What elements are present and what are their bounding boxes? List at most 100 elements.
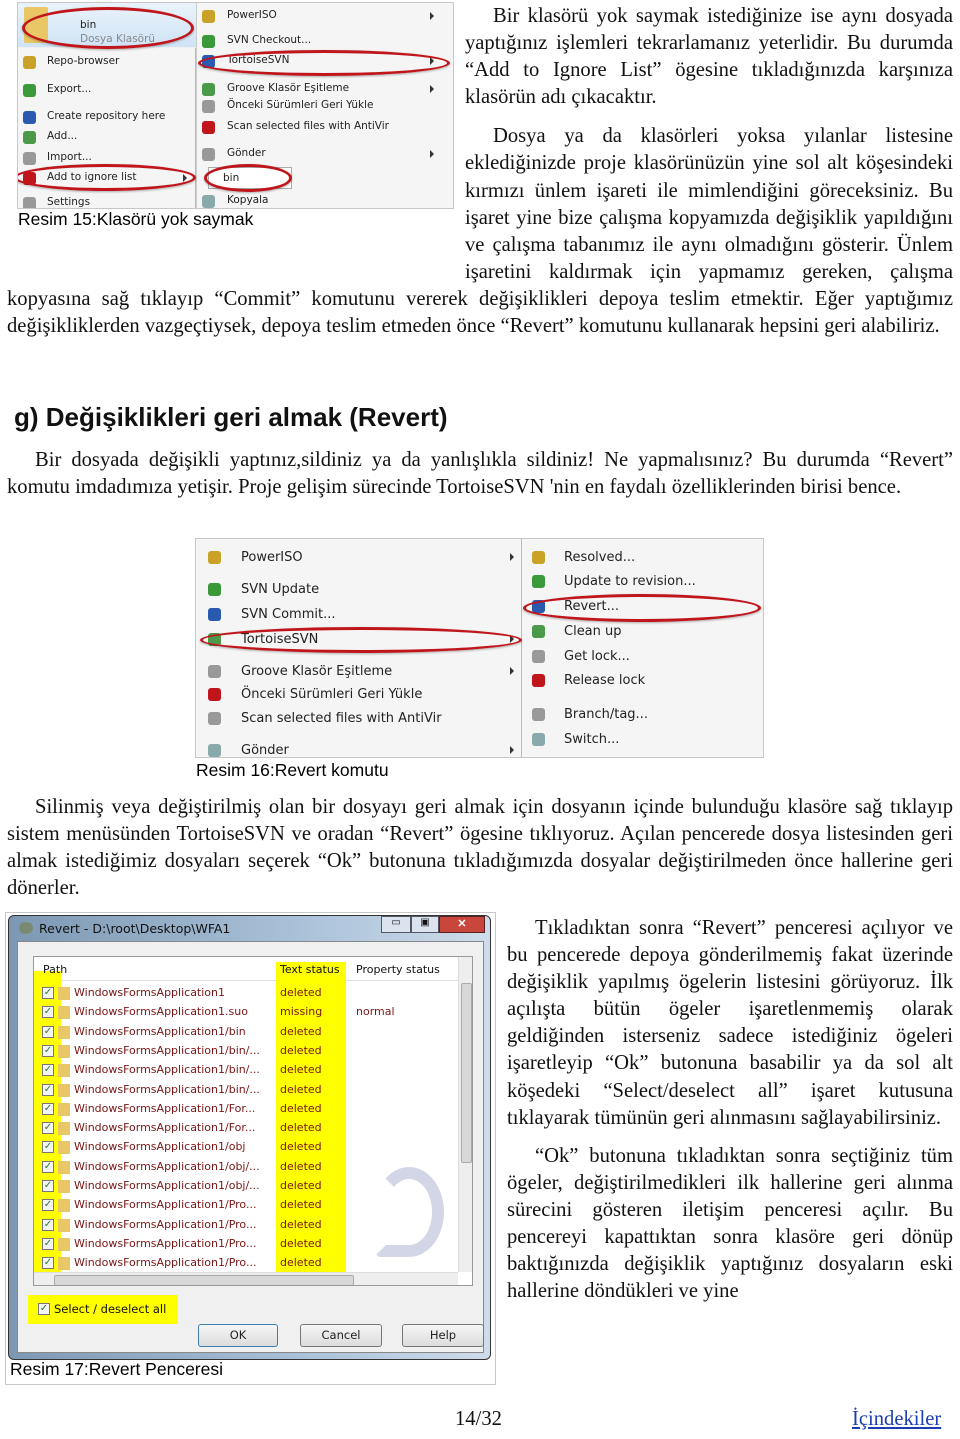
submenu-arrow-icon bbox=[430, 150, 434, 158]
menu-item-icon bbox=[23, 111, 36, 124]
file-row[interactable]: ✓ WindowsFormsApplication1/bin/... deleted bbox=[34, 1042, 459, 1061]
horizontal-scrollbar[interactable] bbox=[34, 1272, 458, 1285]
highlight-ellipse bbox=[200, 627, 522, 653]
column-path[interactable]: Path bbox=[43, 963, 67, 976]
file-row[interactable]: ✓ WindowsFormsApplication1 deleted bbox=[34, 984, 459, 1003]
menu-item[interactable]: Clean up bbox=[564, 624, 622, 639]
menu-item[interactable]: PowerISO bbox=[241, 550, 303, 565]
menu-item-icon bbox=[208, 712, 221, 725]
row-path: WindowsFormsApplication1/Pro... bbox=[74, 1236, 257, 1250]
vertical-scrollbar[interactable] bbox=[458, 957, 472, 1272]
menu-item[interactable]: Önceki Sürümleri Geri Yükle bbox=[227, 99, 373, 111]
menu-item[interactable]: Önceki Sürümleri Geri Yükle bbox=[241, 687, 422, 702]
menu-item[interactable]: Kopyala bbox=[227, 194, 268, 206]
row-status: deleted bbox=[280, 1198, 322, 1212]
menu-item[interactable]: Groove Klasör Eşitleme bbox=[227, 82, 349, 94]
toc-link[interactable]: İçindekiler bbox=[852, 1408, 941, 1431]
column-text-status[interactable]: Text status bbox=[280, 963, 340, 976]
menu-item[interactable]: Add... bbox=[47, 130, 77, 142]
select-all-checkbox[interactable]: ✓ bbox=[38, 1303, 50, 1315]
menu-item[interactable]: Gönder bbox=[227, 147, 266, 159]
close-button[interactable]: ✕ bbox=[439, 916, 485, 933]
menu-item[interactable]: Scan selected files with AntiVir bbox=[227, 120, 389, 132]
row-checkbox[interactable]: ✓ bbox=[42, 1180, 54, 1192]
row-status: deleted bbox=[280, 1159, 322, 1173]
file-row[interactable]: ✓ WindowsFormsApplication1/For... deleted bbox=[34, 1119, 459, 1138]
row-status: deleted bbox=[280, 1179, 322, 1192]
menu-item[interactable]: Repo-browser bbox=[47, 55, 119, 67]
menu-item[interactable]: Resolved... bbox=[564, 550, 635, 565]
menu-item[interactable]: Create repository here bbox=[47, 110, 165, 122]
menu-item[interactable]: Release lock bbox=[564, 673, 645, 688]
maximize-button[interactable]: ▣ bbox=[411, 916, 439, 933]
file-list[interactable]: Path Text status Property status ✓ Window… bbox=[33, 956, 473, 1286]
figure-16-caption: Resim 16:Revert komutu bbox=[196, 760, 389, 780]
menu-item-icon bbox=[208, 688, 221, 701]
row-checkbox[interactable]: ✓ bbox=[42, 1025, 54, 1038]
file-row[interactable]: ✓ WindowsFormsApplication1/For... deleted bbox=[34, 1100, 459, 1119]
row-checkbox[interactable]: ✓ bbox=[42, 1102, 54, 1115]
row-checkbox[interactable]: ✓ bbox=[42, 1199, 54, 1212]
file-icon bbox=[58, 1257, 70, 1271]
menu-item[interactable]: Gönder bbox=[241, 743, 289, 757]
file-icon bbox=[58, 1122, 70, 1136]
menu-item[interactable]: Switch... bbox=[564, 732, 619, 747]
row-status: deleted bbox=[280, 986, 322, 999]
file-icon bbox=[58, 1218, 70, 1232]
ok-button[interactable]: OK bbox=[198, 1324, 278, 1347]
menu-item[interactable]: Update to revision... bbox=[564, 574, 696, 589]
highlight-ellipse bbox=[523, 594, 761, 622]
row-path: WindowsFormsApplication1/Pro... bbox=[74, 1198, 257, 1212]
row-checkbox[interactable]: ✓ bbox=[42, 1006, 54, 1019]
figure-17-caption: Resim 17:Revert Penceresi bbox=[10, 1359, 223, 1379]
file-icon bbox=[58, 1044, 70, 1058]
scrollbar-thumb[interactable] bbox=[461, 983, 472, 1163]
highlight-ellipse bbox=[18, 164, 196, 191]
menu-item[interactable]: Branch/tag... bbox=[564, 707, 648, 722]
file-icon bbox=[58, 1064, 70, 1078]
file-row[interactable]: ✓ WindowsFormsApplication1/bin deleted bbox=[34, 1023, 459, 1042]
minimize-button[interactable]: ▭ bbox=[381, 916, 411, 933]
row-path: WindowsFormsApplication1/bin bbox=[74, 1024, 246, 1038]
menu-item-icon bbox=[23, 56, 36, 69]
row-checkbox[interactable]: ✓ bbox=[42, 1141, 54, 1154]
revert-window-paragraph-2: “Ok” butonuna tıkladıktan sonra seçtiğin… bbox=[507, 1144, 953, 1303]
cancel-button[interactable]: Cancel bbox=[300, 1324, 382, 1347]
menu-item[interactable]: Import... bbox=[47, 151, 92, 163]
row-checkbox[interactable]: ✓ bbox=[42, 1122, 54, 1135]
menu-item[interactable]: SVN Checkout... bbox=[227, 34, 311, 46]
help-button[interactable]: Help bbox=[402, 1324, 484, 1347]
menu-item-icon bbox=[532, 733, 545, 746]
highlight-ellipse bbox=[198, 50, 450, 76]
column-property-status[interactable]: Property status bbox=[356, 963, 440, 976]
menu-item[interactable]: Export... bbox=[47, 83, 91, 95]
row-checkbox[interactable]: ✓ bbox=[42, 1044, 54, 1057]
file-row[interactable]: ✓ WindowsFormsApplication1/obj deleted bbox=[34, 1138, 459, 1157]
menu-item[interactable]: SVN Commit... bbox=[241, 607, 335, 622]
menu-item[interactable]: PowerISO bbox=[227, 9, 277, 21]
menu-item[interactable]: Scan selected files with AntiVir bbox=[241, 711, 442, 726]
file-icon bbox=[58, 1025, 70, 1039]
menu-item[interactable]: SVN Update bbox=[241, 582, 319, 597]
row-path: WindowsFormsApplication1/Pro... bbox=[74, 1256, 257, 1270]
file-row[interactable]: ✓ WindowsFormsApplication1/bin/... deleted bbox=[34, 1081, 459, 1100]
menu-item-icon bbox=[532, 650, 545, 663]
row-checkbox[interactable]: ✓ bbox=[42, 1257, 54, 1270]
menu-item[interactable]: Settings bbox=[47, 196, 90, 208]
row-status: deleted bbox=[280, 1101, 322, 1115]
file-row[interactable]: ✓ WindowsFormsApplication1.suo missing norm… bbox=[34, 1003, 459, 1022]
row-checkbox[interactable]: ✓ bbox=[42, 1083, 54, 1096]
menu-item[interactable]: Get lock... bbox=[564, 649, 630, 664]
scrollbar-thumb[interactable] bbox=[54, 1275, 354, 1285]
file-row[interactable]: ✓ WindowsFormsApplication1/bin/... deleted bbox=[34, 1061, 459, 1080]
menu-divider bbox=[521, 539, 522, 757]
row-path: WindowsFormsApplication1/Pro... bbox=[74, 1217, 257, 1231]
menu-item[interactable]: Groove Klasör Eşitleme bbox=[241, 664, 392, 679]
menu-item-icon bbox=[202, 10, 215, 23]
row-status: deleted bbox=[280, 1082, 322, 1096]
row-checkbox[interactable]: ✓ bbox=[42, 1218, 54, 1231]
row-checkbox[interactable]: ✓ bbox=[42, 1237, 54, 1250]
row-checkbox[interactable]: ✓ bbox=[42, 987, 54, 999]
row-checkbox[interactable]: ✓ bbox=[42, 1064, 54, 1077]
row-checkbox[interactable]: ✓ bbox=[42, 1160, 54, 1173]
